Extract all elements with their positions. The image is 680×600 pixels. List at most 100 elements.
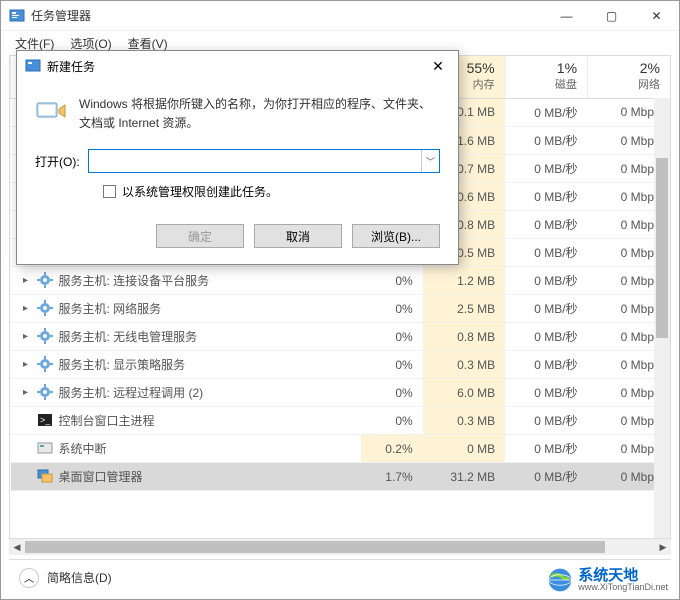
memory-cell: 0.3 MB xyxy=(423,351,505,379)
disk-cell: 0 MB/秒 xyxy=(505,155,587,183)
disk-cell: 0 MB/秒 xyxy=(505,323,587,351)
process-name-cell: 系统中断 xyxy=(11,435,361,463)
table-row[interactable]: ▸服务主机: 连接设备平台服务0%1.2 MB0 MB/秒0 Mbps xyxy=(11,267,671,295)
scrollbar-thumb-h[interactable] xyxy=(25,541,605,553)
expand-icon[interactable]: ▸ xyxy=(21,331,31,342)
process-name-cell: ▸ 服务主机: 显示策略服务 xyxy=(11,351,361,379)
maximize-button[interactable]: ▢ xyxy=(589,1,634,31)
disk-cell: 0 MB/秒 xyxy=(505,211,587,239)
col-network[interactable]: 2% 网络 xyxy=(588,56,670,98)
admin-checkbox[interactable] xyxy=(103,185,116,198)
horizontal-scrollbar[interactable]: ◀ ▶ xyxy=(9,539,671,555)
disk-cell: 0 MB/秒 xyxy=(505,267,587,295)
process-icon xyxy=(37,468,53,484)
process-icon xyxy=(37,300,53,316)
ok-button[interactable]: 确定 xyxy=(156,224,244,248)
memory-cell: 31.2 MB xyxy=(423,463,505,491)
table-row[interactable]: ▸服务主机: 无线电管理服务0%0.8 MB0 MB/秒0 Mbps xyxy=(11,323,671,351)
minimize-button[interactable]: — xyxy=(544,1,589,31)
close-button[interactable]: ✕ xyxy=(634,1,679,31)
process-name: 服务主机: 网络服务 xyxy=(59,300,162,317)
cpu-cell: 0% xyxy=(361,407,423,435)
process-icon xyxy=(37,384,53,400)
process-name-cell: ▸ 服务主机: 网络服务 xyxy=(11,295,361,323)
window-title: 任务管理器 xyxy=(31,7,544,24)
scroll-right-icon[interactable]: ▶ xyxy=(655,539,671,555)
process-name-cell: ▸ 服务主机: 远程过程调用 (2) xyxy=(11,379,361,407)
globe-icon xyxy=(546,566,574,594)
cpu-cell: 0% xyxy=(361,267,423,295)
process-icon: >_ xyxy=(37,412,53,428)
process-name-cell: ▸ 服务主机: 无线电管理服务 xyxy=(11,323,361,351)
memory-cell: 0 MB xyxy=(423,435,505,463)
vertical-scrollbar[interactable] xyxy=(654,98,670,538)
disk-cell: 0 MB/秒 xyxy=(505,98,587,127)
cpu-cell: 0% xyxy=(361,323,423,351)
cpu-cell: 0.2% xyxy=(361,435,423,463)
process-name: 服务主机: 连接设备平台服务 xyxy=(59,272,210,289)
memory-cell: 6.0 MB xyxy=(423,379,505,407)
cancel-button[interactable]: 取消 xyxy=(254,224,342,248)
disk-cell: 0 MB/秒 xyxy=(505,183,587,211)
disk-cell: 0 MB/秒 xyxy=(505,435,587,463)
watermark: 系统天地 www.XiTongTianDi.net xyxy=(546,566,668,594)
process-name: 控制台窗口主进程 xyxy=(59,412,155,429)
memory-cell: 0.8 MB xyxy=(423,323,505,351)
disk-cell: 0 MB/秒 xyxy=(505,379,587,407)
app-icon xyxy=(9,8,25,24)
browse-button[interactable]: 浏览(B)... xyxy=(352,224,440,248)
disk-cell: 0 MB/秒 xyxy=(505,295,587,323)
process-name: 系统中断 xyxy=(59,440,107,457)
process-name: 桌面窗口管理器 xyxy=(59,468,143,485)
expand-icon[interactable]: ▸ xyxy=(21,275,31,286)
dropdown-icon[interactable]: ﹀ xyxy=(421,150,439,172)
process-name: 服务主机: 远程过程调用 (2) xyxy=(59,384,204,401)
col-disk[interactable]: 1% 磁盘 xyxy=(505,56,587,98)
expand-icon[interactable]: ▸ xyxy=(21,303,31,314)
cpu-cell: 1.7% xyxy=(361,463,423,491)
disk-cell: 0 MB/秒 xyxy=(505,127,587,155)
watermark-en: www.XiTongTianDi.net xyxy=(578,583,668,592)
disk-cell: 0 MB/秒 xyxy=(505,239,587,267)
svg-text:>_: >_ xyxy=(40,415,51,425)
cpu-cell: 0% xyxy=(361,351,423,379)
dialog-close-button[interactable]: ✕ xyxy=(418,51,458,81)
chevron-up-icon[interactable]: ︿ xyxy=(19,568,39,588)
process-icon xyxy=(37,356,53,372)
expand-icon[interactable]: ▸ xyxy=(21,359,31,370)
process-icon xyxy=(37,328,53,344)
dialog-description: Windows 将根据你所键入的名称，为你打开相应的程序、文件夹、文档或 Int… xyxy=(79,95,440,133)
run-icon xyxy=(35,95,67,127)
dialog-titlebar: 新建任务 ✕ xyxy=(17,51,458,81)
open-combobox[interactable]: ﹀ xyxy=(88,149,440,173)
expand-icon[interactable]: ▸ xyxy=(21,387,31,398)
disk-cell: 0 MB/秒 xyxy=(505,351,587,379)
table-row[interactable]: ▸服务主机: 显示策略服务0%0.3 MB0 MB/秒0 Mbps xyxy=(11,351,671,379)
process-name-cell: ▸ 服务主机: 连接设备平台服务 xyxy=(11,267,361,295)
dialog-title: 新建任务 xyxy=(47,58,418,75)
memory-cell: 1.2 MB xyxy=(423,267,505,295)
admin-label: 以系统管理权限创建此任务。 xyxy=(122,183,278,200)
scroll-left-icon[interactable]: ◀ xyxy=(9,539,25,555)
table-row[interactable]: 桌面窗口管理器1.7%31.2 MB0 MB/秒0 Mbps xyxy=(11,463,671,491)
dialog-icon xyxy=(25,58,41,74)
memory-cell: 0.3 MB xyxy=(423,407,505,435)
scrollbar-thumb[interactable] xyxy=(656,158,668,338)
dialog-body: Windows 将根据你所键入的名称，为你打开相应的程序、文件夹、文档或 Int… xyxy=(17,81,458,264)
disk-cell: 0 MB/秒 xyxy=(505,407,587,435)
process-name-cell: >_ 控制台窗口主进程 xyxy=(11,407,361,435)
titlebar: 任务管理器 — ▢ ✕ xyxy=(1,1,679,31)
memory-cell: 2.5 MB xyxy=(423,295,505,323)
process-name-cell: 桌面窗口管理器 xyxy=(11,463,361,491)
process-name: 服务主机: 显示策略服务 xyxy=(59,356,186,373)
process-icon xyxy=(37,272,53,288)
process-name: 服务主机: 无线电管理服务 xyxy=(59,328,198,345)
table-row[interactable]: ▸服务主机: 远程过程调用 (2)0%6.0 MB0 MB/秒0 Mbps xyxy=(11,379,671,407)
watermark-cn: 系统天地 xyxy=(578,568,668,583)
process-icon xyxy=(37,440,53,456)
table-row[interactable]: ▸服务主机: 网络服务0%2.5 MB0 MB/秒0 Mbps xyxy=(11,295,671,323)
table-row[interactable]: >_控制台窗口主进程0%0.3 MB0 MB/秒0 Mbps xyxy=(11,407,671,435)
open-input[interactable] xyxy=(89,150,421,172)
fewer-details-link[interactable]: 简略信息(D) xyxy=(47,569,112,586)
table-row[interactable]: 系统中断0.2%0 MB0 MB/秒0 Mbps xyxy=(11,435,671,463)
